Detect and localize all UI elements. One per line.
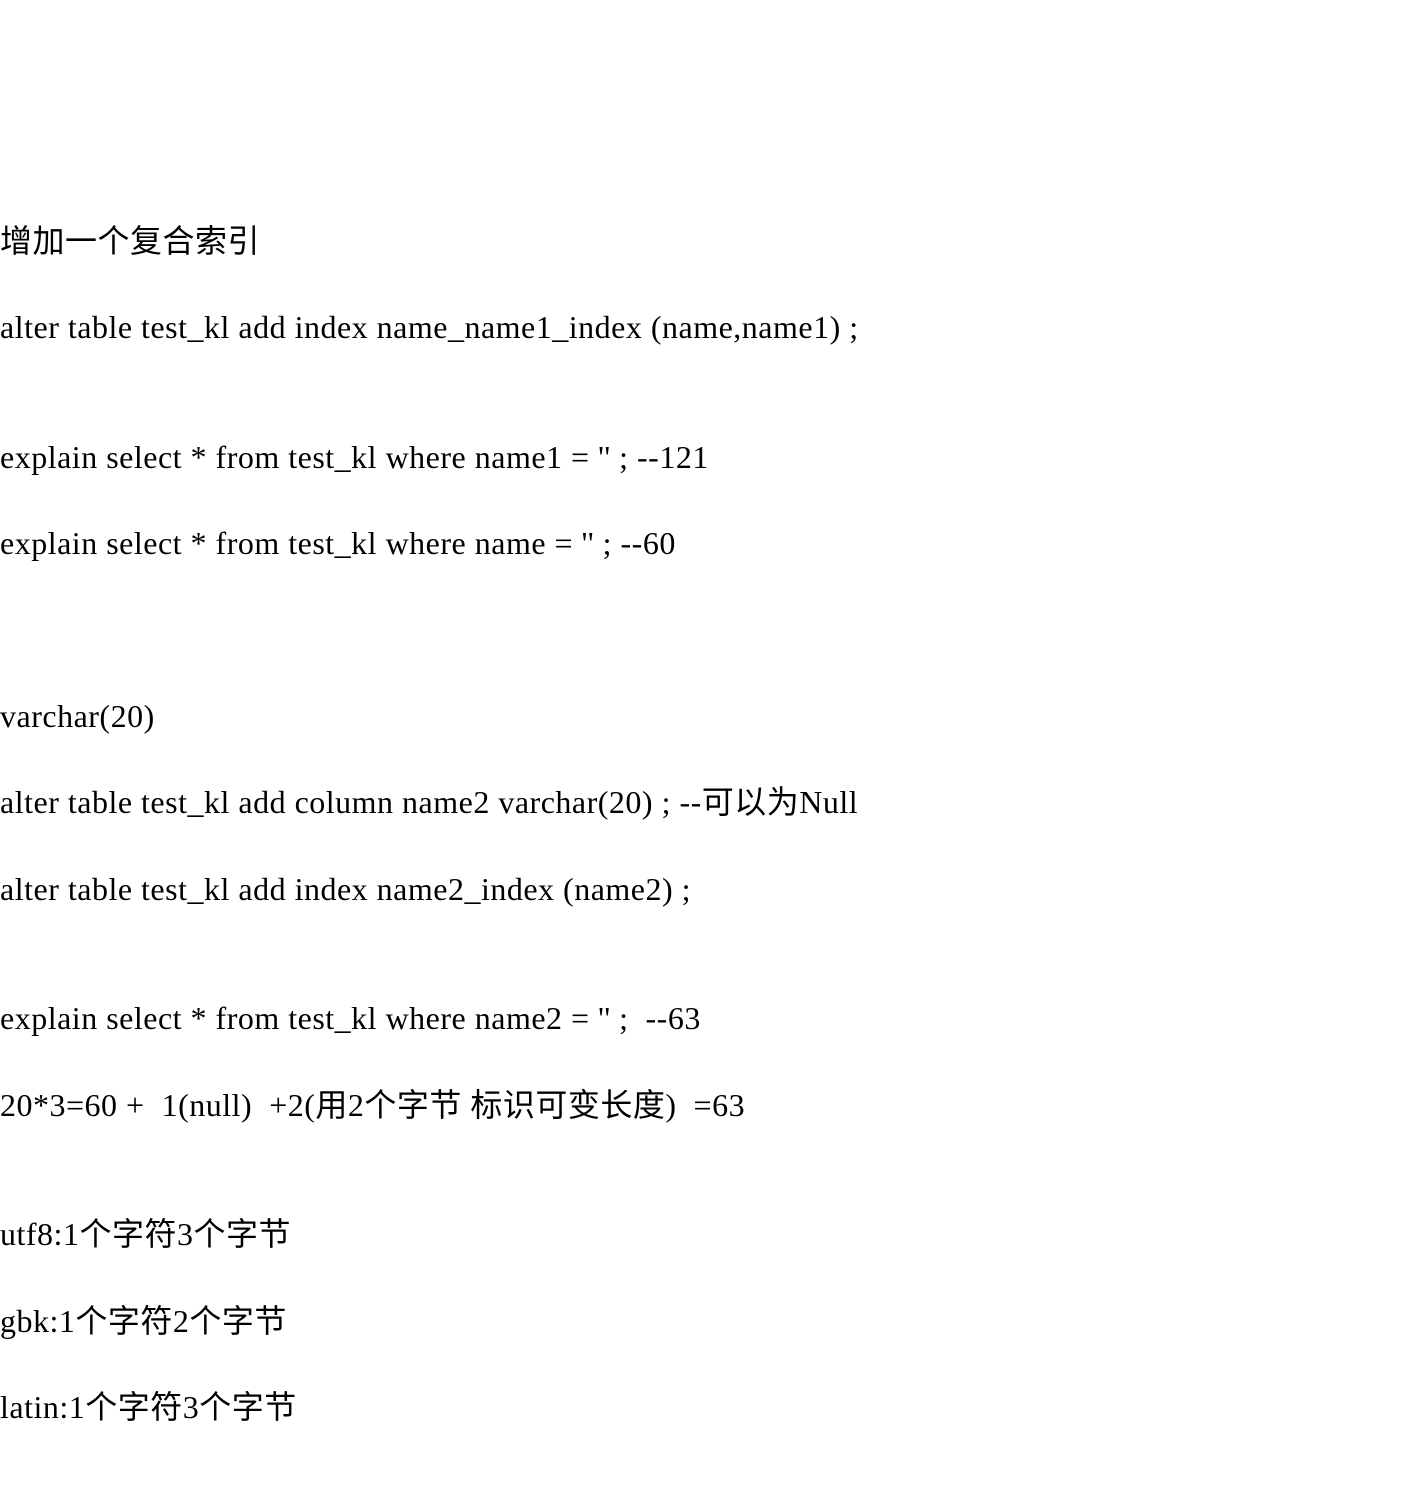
text-line: alter table test_kl add index name_name1… [0, 306, 1424, 349]
text-line: alter table test_kl add index name2_inde… [0, 868, 1424, 911]
text-line: latin:1个字符3个字节 [0, 1386, 1424, 1429]
text-line: alter table test_kl add column name2 var… [0, 781, 1424, 824]
text-line: gbk:1个字符2个字节 [0, 1300, 1424, 1343]
text-line: explain select * from test_kl where name… [0, 997, 1424, 1040]
text-line: 20*3=60 + 1(null) +2(用2个字节 标识可变长度) =63 [0, 1084, 1424, 1127]
document-body: 增加一个复合索引 alter table test_kl add index n… [0, 173, 1424, 1473]
text-line: utf8:1个字符3个字节 [0, 1213, 1424, 1256]
text-line: explain select * from test_kl where name… [0, 522, 1424, 565]
text-line: 增加一个复合索引 [0, 220, 1424, 263]
text-line: varchar(20) [0, 695, 1424, 738]
text-line: explain select * from test_kl where name… [0, 436, 1424, 479]
